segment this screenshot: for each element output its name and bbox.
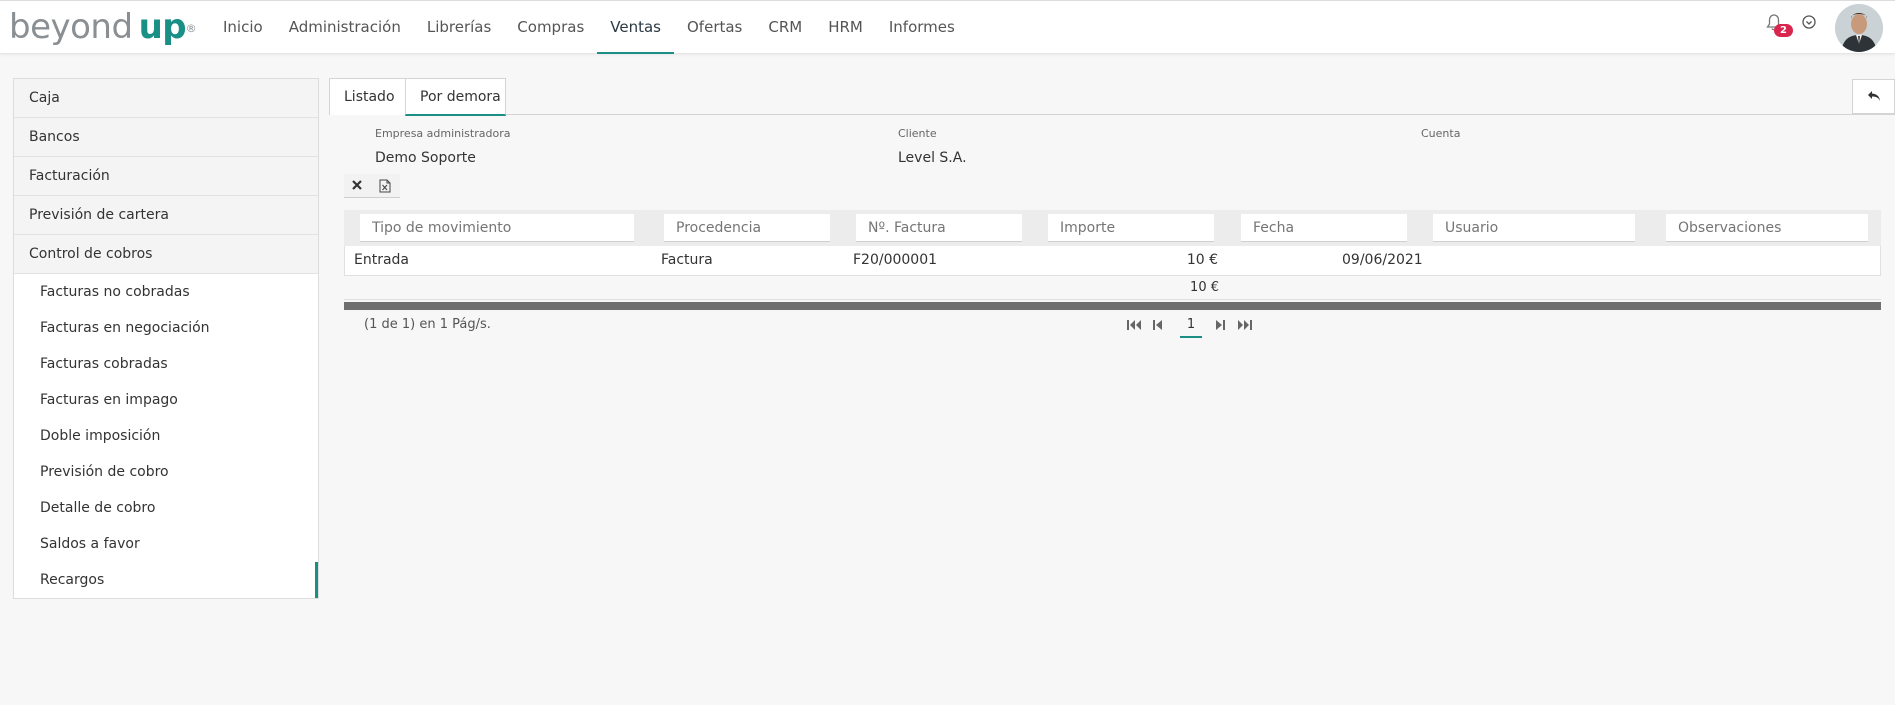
notification-badge: 2 xyxy=(1774,24,1793,37)
page-number-current[interactable]: 1 xyxy=(1180,314,1202,338)
sidebar-item-facturacion[interactable]: Facturación xyxy=(14,157,318,196)
column-filter-observaciones[interactable] xyxy=(1666,214,1868,242)
sidebar-item-control-cobros[interactable]: Control de cobros xyxy=(14,235,318,274)
back-button[interactable] xyxy=(1852,79,1895,114)
excel-export-icon xyxy=(379,179,391,193)
nav-item-inicio[interactable]: Inicio xyxy=(210,1,276,54)
column-filter-fecha[interactable] xyxy=(1241,214,1407,242)
grid-filter-row xyxy=(344,210,1881,246)
sidebar-subitem-recargos[interactable]: Recargos xyxy=(14,562,318,598)
clear-filters-button[interactable] xyxy=(344,174,372,198)
main-nav: Inicio Administración Librerías Compras … xyxy=(210,1,968,54)
next-page-icon[interactable] xyxy=(1214,318,1226,332)
sidebar-subitem-facturas-impago[interactable]: Facturas en impago xyxy=(14,382,318,418)
user-photo-icon xyxy=(1835,4,1883,52)
sidebar-subitem-detalle-cobro[interactable]: Detalle de cobro xyxy=(14,490,318,526)
logo-word-up: up xyxy=(138,7,187,47)
nav-item-informes[interactable]: Informes xyxy=(876,1,968,54)
filter-cliente-value: Level S.A. xyxy=(898,150,967,166)
avatar[interactable] xyxy=(1835,4,1883,52)
sidebar-subitem-facturas-negociacion[interactable]: Facturas en negociación xyxy=(14,310,318,346)
filter-cliente: Cliente Level S.A. xyxy=(898,127,967,166)
cell-tipo-movimiento: Entrada xyxy=(354,252,410,268)
sidebar-subitem-prevision-cobro[interactable]: Previsión de cobro xyxy=(14,454,318,490)
data-grid: Entrada Factura F20/000001 10 € 09/06/20… xyxy=(344,210,1881,310)
logo-word-beyond: beyond xyxy=(9,7,133,47)
cell-fecha: 09/06/2021 xyxy=(1342,252,1423,268)
horizontal-scrollbar[interactable] xyxy=(344,302,1881,310)
tab-bar: Listado Por demora xyxy=(329,78,1895,116)
total-importe: 10 € xyxy=(1190,280,1219,295)
nav-item-compras[interactable]: Compras xyxy=(504,1,597,54)
nav-item-ofertas[interactable]: Ofertas xyxy=(674,1,755,54)
table-row[interactable]: Entrada Factura F20/000001 10 € 09/06/20… xyxy=(344,246,1881,276)
nav-item-ventas[interactable]: Ventas xyxy=(597,1,674,54)
reply-arrow-icon xyxy=(1868,91,1880,101)
close-icon xyxy=(352,180,362,190)
column-filter-usuario[interactable] xyxy=(1433,214,1635,242)
sidebar-item-prevision-cartera[interactable]: Previsión de cartera xyxy=(14,196,318,235)
column-filter-factura[interactable] xyxy=(856,214,1022,242)
filter-cuenta: Cuenta xyxy=(1421,127,1460,150)
previous-page-icon[interactable] xyxy=(1152,318,1164,332)
export-excel-button[interactable] xyxy=(372,174,400,198)
help-circle-icon[interactable] xyxy=(1801,14,1817,30)
filter-empresa-value: Demo Soporte xyxy=(375,150,476,166)
tab-listado[interactable]: Listado xyxy=(329,78,406,115)
column-filter-procedencia[interactable] xyxy=(664,214,830,242)
sidebar-subitem-doble-imposicion[interactable]: Doble imposición xyxy=(14,418,318,454)
cell-procedencia: Factura xyxy=(661,252,713,268)
sidebar-subitem-facturas-no-cobradas[interactable]: Facturas no cobradas xyxy=(14,274,318,310)
column-filter-tipo-movimiento[interactable] xyxy=(360,214,634,242)
column-filter-importe[interactable] xyxy=(1048,214,1214,242)
nav-item-hrm[interactable]: HRM xyxy=(815,1,876,54)
first-page-icon[interactable] xyxy=(1126,318,1142,332)
cell-importe: 10 € xyxy=(1186,252,1218,268)
sidebar-item-bancos[interactable]: Bancos xyxy=(14,118,318,157)
top-bar: beyond up ® Inicio Administración Librerí… xyxy=(0,0,1895,54)
logo-registered-mark: ® xyxy=(185,22,197,35)
filter-empresa: Empresa administradora Demo Soporte xyxy=(375,127,510,166)
pager-info: (1 de 1) en 1 Pág/s. xyxy=(364,317,491,332)
logo[interactable]: beyond up ® xyxy=(9,7,197,47)
nav-item-crm[interactable]: CRM xyxy=(755,1,815,54)
nav-item-administracion[interactable]: Administración xyxy=(276,1,414,54)
filter-cliente-label: Cliente xyxy=(898,127,937,140)
filter-cuenta-label: Cuenta xyxy=(1421,127,1461,140)
sidebar-subitem-facturas-cobradas[interactable]: Facturas cobradas xyxy=(14,346,318,382)
sidebar-item-caja[interactable]: Caja xyxy=(14,79,318,118)
grid-total-row: 10 € xyxy=(344,276,1881,300)
last-page-icon[interactable] xyxy=(1237,318,1253,332)
cell-factura: F20/000001 xyxy=(853,252,938,268)
sidebar: Caja Bancos Facturación Previsión de car… xyxy=(13,78,319,599)
nav-item-librerias[interactable]: Librerías xyxy=(414,1,504,54)
filter-empresa-label: Empresa administradora xyxy=(375,127,511,140)
tab-por-demora[interactable]: Por demora xyxy=(405,78,506,116)
filter-summary: Empresa administradora Demo Soporte Clie… xyxy=(375,127,1875,171)
sidebar-subitem-saldos-favor[interactable]: Saldos a favor xyxy=(14,526,318,562)
